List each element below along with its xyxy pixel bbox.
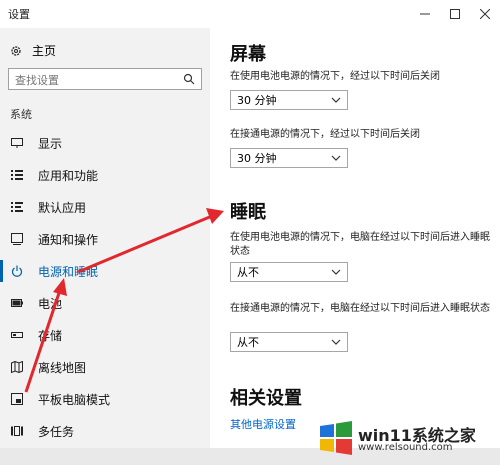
sidebar-item-apps[interactable]: 应用和功能: [10, 162, 210, 188]
sidebar-item-storage[interactable]: 存储: [10, 322, 210, 348]
sidebar-item-default-apps[interactable]: 默认应用: [10, 194, 210, 220]
sidebar-item-label: 显示: [38, 136, 63, 151]
main-content: 屏幕 在使用电池电源的情况下，经过以下时间后关闭 30 分钟 在接通电源的情况下…: [210, 28, 500, 465]
sleep-heading: 睡眠: [230, 202, 266, 223]
gear-icon: [11, 45, 21, 56]
sleep-plugged-desc: 在接通电源的情况下，电脑在经过以下时间后进入睡眠状态: [230, 303, 490, 314]
chevron-down-icon: [331, 269, 341, 275]
close-button[interactable]: [470, 0, 500, 28]
list-icon: [10, 168, 24, 182]
related-heading: 相关设置: [230, 388, 302, 409]
sidebar-item-label: 默认应用: [38, 200, 87, 215]
sidebar-item-label: 多任务: [38, 424, 75, 439]
tablet-icon: [10, 392, 24, 406]
sidebar-item-label: 平板电脑模式: [38, 392, 111, 407]
close-icon: [480, 9, 490, 19]
dropdown-value: 从不: [237, 266, 259, 279]
sidebar-item-notifications[interactable]: 通知和操作: [10, 226, 210, 252]
sidebar-item-label: 离线地图: [38, 360, 87, 375]
sidebar-item-label: 存储: [38, 328, 63, 343]
sidebar-item-battery[interactable]: 电池: [10, 290, 210, 316]
chevron-down-icon: [331, 155, 341, 161]
search-box[interactable]: [8, 68, 202, 90]
sidebar: 主页 系统 显示 应用和功能 默认应用 通知和操作 电源和睡眠 电: [0, 28, 210, 465]
chevron-down-icon: [331, 339, 341, 345]
maximize-button[interactable]: [440, 0, 470, 28]
monitor-icon: [10, 136, 24, 150]
screen-heading: 屏幕: [230, 44, 266, 65]
screen-plugged-dropdown[interactable]: 30 分钟: [230, 148, 348, 168]
sidebar-item-offline-maps[interactable]: 离线地图: [10, 354, 210, 380]
dropdown-value: 从不: [237, 336, 259, 349]
notification-icon: [10, 232, 24, 246]
maximize-icon: [450, 9, 460, 19]
sidebar-item-label: 电池: [38, 296, 63, 311]
home-label: 主页: [32, 44, 57, 58]
screen-battery-dropdown[interactable]: 30 分钟: [230, 90, 348, 110]
watermark-url: www.relsound.com: [358, 442, 453, 453]
sidebar-item-power-sleep[interactable]: 电源和睡眠: [0, 258, 210, 284]
search-input[interactable]: [9, 71, 181, 90]
default-apps-icon: [10, 200, 24, 214]
screen-plugged-desc: 在接通电源的情况下，经过以下时间后关闭: [230, 129, 420, 140]
map-icon: [10, 360, 24, 374]
sidebar-item-label: 电源和睡眠: [38, 264, 99, 279]
minimize-button[interactable]: [410, 0, 440, 28]
sidebar-item-display[interactable]: 显示: [10, 130, 210, 156]
sidebar-item-multitasking[interactable]: 多任务: [10, 418, 210, 444]
sidebar-item-label: 应用和功能: [38, 168, 99, 183]
minimize-icon: [420, 13, 430, 15]
other-power-settings-link[interactable]: 其他电源设置: [230, 416, 296, 432]
home-nav-item[interactable]: 主页: [10, 42, 56, 59]
storage-icon: [10, 328, 24, 342]
window-title: 设置: [8, 8, 30, 21]
sidebar-item-tablet-mode[interactable]: 平板电脑模式: [10, 386, 210, 412]
chevron-down-icon: [331, 97, 341, 103]
sidebar-item-label: 通知和操作: [38, 232, 99, 247]
sleep-battery-dropdown[interactable]: 从不: [230, 262, 348, 282]
sleep-battery-desc: 在使用电池电源的情况下，电脑在经过以下时间后进入睡眠状态: [230, 232, 490, 257]
screen-battery-desc: 在使用电池电源的情况下，经过以下时间后关闭: [230, 71, 440, 82]
power-icon: [10, 264, 24, 278]
dropdown-value: 30 分钟: [237, 94, 277, 107]
windows-logo-icon: [320, 421, 352, 455]
title-bar: 设置: [0, 0, 500, 28]
search-icon[interactable]: [183, 73, 195, 85]
multitask-icon: [10, 424, 24, 438]
watermark: win11系统之家 www.relsound.com: [318, 418, 498, 462]
dropdown-value: 30 分钟: [237, 152, 277, 165]
sleep-plugged-dropdown[interactable]: 从不: [230, 332, 348, 352]
settings-window: 设置 主页 系统 显示 应用和功能 默认应用: [0, 0, 500, 465]
battery-icon: [10, 296, 24, 310]
section-label: 系统: [10, 108, 32, 121]
